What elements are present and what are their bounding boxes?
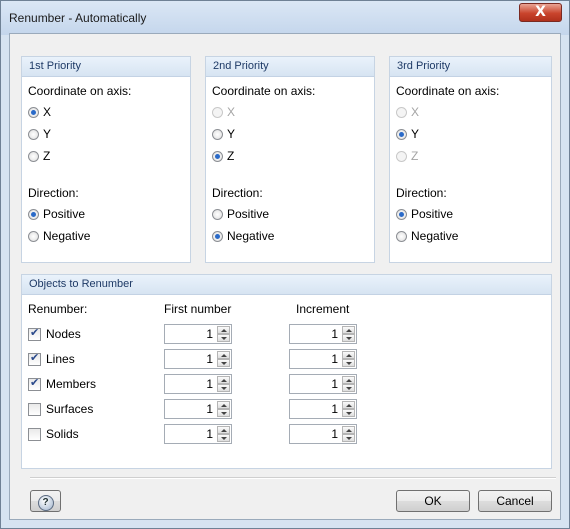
- spin-down-icon[interactable]: [217, 334, 230, 342]
- cancel-button[interactable]: Cancel: [478, 490, 552, 512]
- members-first-number[interactable]: 1: [164, 374, 232, 394]
- title-bar: Renumber - Automatically X: [1, 1, 569, 35]
- priority-group-3: 3rd Priority Coordinate on axis: X Y Z D…: [389, 56, 552, 263]
- lines-first-number[interactable]: 1: [164, 349, 232, 369]
- radio-dot: [212, 209, 223, 220]
- nodes-increment[interactable]: 1: [289, 324, 357, 344]
- radio-dot: [212, 107, 223, 118]
- window-title: Renumber - Automatically: [9, 11, 147, 25]
- spin-up-icon[interactable]: [217, 326, 230, 334]
- direction-label: Direction:: [28, 186, 79, 200]
- spin-up-icon[interactable]: [342, 351, 355, 359]
- radio-dot: [28, 129, 39, 140]
- spin-down-icon[interactable]: [342, 409, 355, 417]
- surfaces-increment[interactable]: 1: [289, 399, 357, 419]
- priority-2-header: 2nd Priority: [213, 60, 269, 72]
- direction-label: Direction:: [212, 186, 263, 200]
- nodes-first-number[interactable]: 1: [164, 324, 232, 344]
- checkbox-box: [28, 376, 41, 391]
- coordinate-label: Coordinate on axis:: [396, 84, 500, 98]
- radio-dot: [28, 209, 39, 220]
- spin-up-icon[interactable]: [217, 401, 230, 409]
- priority-1-header: 1st Priority: [29, 60, 81, 72]
- checkbox-box: [28, 403, 41, 416]
- priority-3-header: 3rd Priority: [397, 60, 451, 72]
- solids-increment[interactable]: 1: [289, 424, 357, 444]
- help-button[interactable]: ?: [30, 490, 61, 512]
- spin-down-icon[interactable]: [217, 384, 230, 392]
- lines-increment[interactable]: 1: [289, 349, 357, 369]
- ok-button[interactable]: OK: [396, 490, 470, 512]
- spin-down-icon[interactable]: [342, 434, 355, 442]
- radio-dot: [396, 231, 407, 242]
- coordinate-label: Coordinate on axis:: [28, 84, 132, 98]
- dialog-client: 1st Priority Coordinate on axis: X Y Z D…: [9, 33, 561, 520]
- radio-dot: [28, 231, 39, 242]
- increment-label: Increment: [296, 302, 350, 316]
- close-icon: X: [535, 4, 546, 20]
- first-number-label: First number: [164, 302, 232, 316]
- radio-dot: [212, 151, 223, 162]
- spin-up-icon[interactable]: [342, 326, 355, 334]
- spin-down-icon[interactable]: [342, 334, 355, 342]
- spin-down-icon[interactable]: [342, 359, 355, 367]
- priority-group-1: 1st Priority Coordinate on axis: X Y Z D…: [21, 56, 191, 263]
- radio-dot: [212, 231, 223, 242]
- direction-label: Direction:: [396, 186, 447, 200]
- spin-up-icon[interactable]: [342, 376, 355, 384]
- spin-up-icon[interactable]: [342, 401, 355, 409]
- radio-dot: [396, 129, 407, 140]
- help-icon: ?: [37, 495, 54, 511]
- objects-group: Objects to Renumber Renumber: First numb…: [21, 274, 552, 469]
- radio-dot: [212, 129, 223, 140]
- radio-dot: [28, 107, 39, 118]
- close-button[interactable]: X: [519, 3, 562, 22]
- members-increment[interactable]: 1: [289, 374, 357, 394]
- priority-group-2: 2nd Priority Coordinate on axis: X Y Z D…: [205, 56, 375, 263]
- radio-dot: [396, 107, 407, 118]
- radio-dot: [396, 151, 407, 162]
- spin-down-icon[interactable]: [217, 409, 230, 417]
- surfaces-first-number[interactable]: 1: [164, 399, 232, 419]
- spin-down-icon[interactable]: [217, 434, 230, 442]
- spin-down-icon[interactable]: [217, 359, 230, 367]
- spin-up-icon[interactable]: [217, 376, 230, 384]
- radio-dot: [28, 151, 39, 162]
- solids-first-number[interactable]: 1: [164, 424, 232, 444]
- dialog-window: Renumber - Automatically X 1st Priority …: [0, 0, 570, 529]
- checkbox-box: [28, 351, 41, 366]
- spin-up-icon[interactable]: [217, 351, 230, 359]
- objects-header: Objects to Renumber: [29, 278, 133, 290]
- checkbox-box: [28, 326, 41, 341]
- coordinate-label: Coordinate on axis:: [212, 84, 316, 98]
- checkbox-box: [28, 428, 41, 441]
- renumber-label: Renumber:: [28, 302, 88, 316]
- spin-up-icon[interactable]: [342, 426, 355, 434]
- spin-down-icon[interactable]: [342, 384, 355, 392]
- spin-up-icon[interactable]: [217, 426, 230, 434]
- radio-dot: [396, 209, 407, 220]
- separator: [30, 477, 556, 479]
